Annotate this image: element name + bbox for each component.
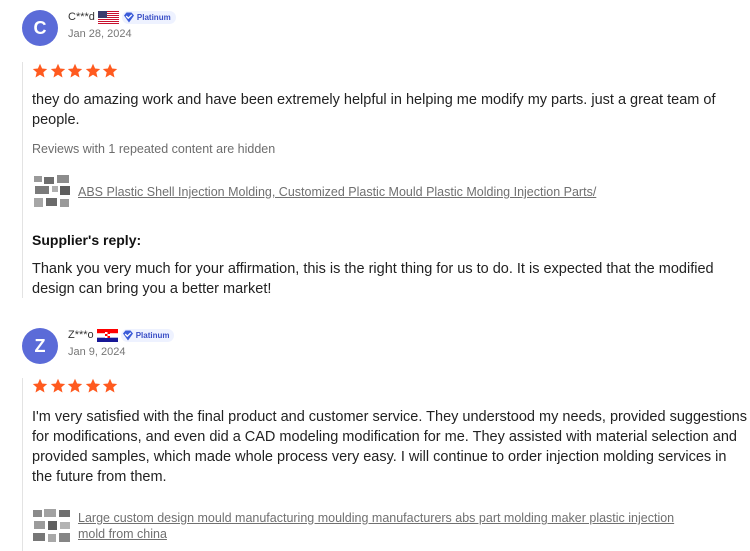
star-icon bbox=[50, 63, 65, 78]
review-body: I'm very satisfied with the final produc… bbox=[22, 378, 750, 551]
product-thumbnail[interactable] bbox=[32, 173, 72, 211]
review-header: C C***d Platinum Jan 28, 2024 bbox=[22, 10, 422, 50]
user-name: Z***o bbox=[68, 329, 94, 341]
hidden-reviews-note: Reviews with 1 repeated content are hidd… bbox=[32, 142, 276, 156]
star-icon bbox=[85, 63, 100, 78]
badge-label: Platinum bbox=[136, 12, 171, 22]
product-link-wrapper[interactable]: Large custom design mould manufacturing … bbox=[78, 510, 674, 542]
badge-label: Platinum bbox=[135, 330, 170, 340]
star-icon bbox=[102, 63, 118, 78]
platinum-badge: Platinum bbox=[120, 328, 175, 342]
supplier-reply-text: Thank you very much for your affirmation… bbox=[32, 261, 714, 297]
review-body: they do amazing work and have been extre… bbox=[22, 62, 750, 298]
platinum-badge: Platinum bbox=[121, 10, 176, 24]
diamond-icon bbox=[122, 330, 133, 340]
star-icon bbox=[32, 63, 48, 78]
product-reference[interactable]: ABS Plastic Shell Injection Molding, Cus… bbox=[32, 172, 596, 212]
star-rating bbox=[32, 63, 120, 79]
star-icon bbox=[85, 378, 100, 393]
review-header: Z Z***o Platinum Jan 9, 2024 bbox=[22, 328, 422, 368]
supplier-reply-title: Supplier's reply: bbox=[32, 232, 142, 248]
avatar: C bbox=[22, 10, 58, 46]
review-date: Jan 28, 2024 bbox=[68, 28, 132, 40]
star-icon bbox=[67, 378, 83, 393]
diamond-icon bbox=[123, 12, 134, 22]
star-icon bbox=[50, 378, 65, 393]
croatia-flag-icon bbox=[96, 328, 118, 342]
star-icon bbox=[102, 378, 118, 393]
us-flag-icon bbox=[97, 10, 119, 24]
review-text: I'm very satisfied with the final produc… bbox=[32, 409, 747, 485]
user-name: C***d bbox=[68, 11, 95, 23]
avatar: Z bbox=[22, 328, 58, 364]
star-rating bbox=[32, 378, 120, 394]
review-date: Jan 9, 2024 bbox=[68, 346, 126, 358]
product-reference[interactable]: Large custom design mould manufacturing … bbox=[32, 506, 674, 546]
star-icon bbox=[32, 378, 48, 393]
user-name-row: Z***o Platinum bbox=[68, 328, 175, 342]
product-link[interactable]: Large custom design mould manufacturing … bbox=[78, 510, 674, 526]
star-icon bbox=[67, 63, 83, 78]
product-thumbnail[interactable] bbox=[32, 507, 72, 545]
review-text: they do amazing work and have been extre… bbox=[32, 92, 716, 128]
product-link[interactable]: mold from china bbox=[78, 526, 674, 542]
user-name-row: C***d Platinum bbox=[68, 10, 176, 24]
product-link[interactable]: ABS Plastic Shell Injection Molding, Cus… bbox=[78, 184, 596, 200]
